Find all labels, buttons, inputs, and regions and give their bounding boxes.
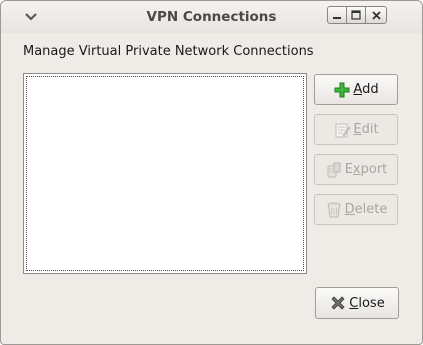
add-button[interactable]: Add bbox=[314, 74, 398, 105]
minimize-icon bbox=[333, 17, 341, 19]
edit-button[interactable]: Edit bbox=[314, 114, 398, 145]
minimize-button[interactable] bbox=[327, 6, 347, 24]
export-label-pre: E bbox=[344, 162, 353, 177]
title-bar[interactable]: VPN Connections bbox=[1, 1, 422, 33]
delete-label-rest: elete bbox=[354, 202, 388, 217]
close-icon bbox=[371, 10, 381, 20]
edit-label-rest: dit bbox=[361, 122, 379, 137]
close-x-icon bbox=[331, 296, 345, 310]
vpn-heading-label: Manage Virtual Private Network Connectio… bbox=[23, 44, 314, 59]
close-window-button[interactable] bbox=[365, 6, 387, 24]
edit-accel: E bbox=[353, 122, 362, 137]
export-label-rest: port bbox=[360, 162, 388, 177]
export-button[interactable]: Export bbox=[314, 154, 398, 185]
vpn-connections-list-viewport[interactable] bbox=[26, 76, 304, 271]
maximize-icon bbox=[351, 10, 361, 20]
delete-accel: D bbox=[344, 202, 355, 217]
trash-icon bbox=[327, 202, 341, 217]
plus-icon bbox=[334, 82, 350, 97]
vpn-connections-list[interactable] bbox=[23, 73, 307, 274]
add-accel: A bbox=[353, 82, 363, 97]
window-controls bbox=[327, 6, 387, 24]
export-accel: x bbox=[352, 162, 361, 177]
add-label-rest: dd bbox=[362, 82, 379, 97]
close-button[interactable]: Close bbox=[315, 287, 399, 319]
vpn-connections-window: VPN Connections Manage Virtual Private N… bbox=[0, 0, 423, 345]
export-icon bbox=[327, 162, 341, 177]
close-accel: C bbox=[349, 295, 359, 311]
maximize-button[interactable] bbox=[346, 6, 366, 24]
delete-button[interactable]: Delete bbox=[314, 194, 398, 225]
close-label-rest: lose bbox=[358, 295, 385, 311]
edit-icon bbox=[335, 123, 351, 137]
